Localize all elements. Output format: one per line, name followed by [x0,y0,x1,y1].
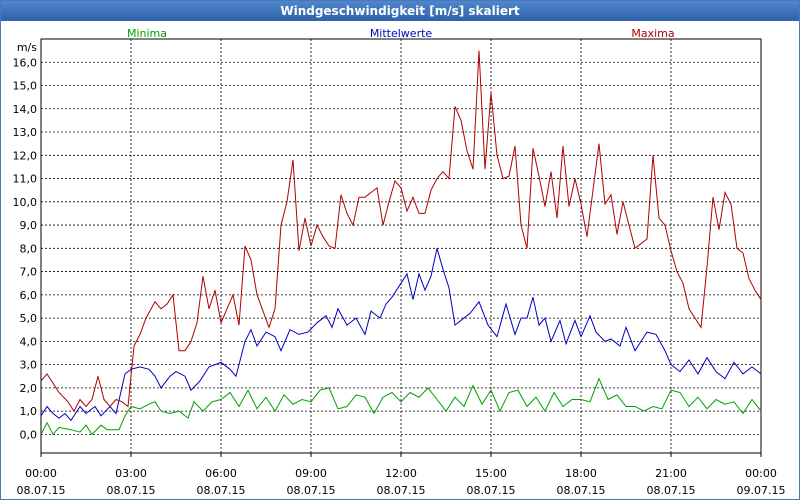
y-tick-label: 9,0 [20,219,38,232]
y-tick-label: 16,0 [13,56,38,69]
chart-window: Windgeschwindigkeit [m/s] skaliert 0,0 1,… [0,0,800,500]
y-tick-label: 12,0 [13,149,38,162]
y-tick-label: 6,0 [20,289,38,302]
plot-frame [40,38,762,454]
y-tick-label: 3,0 [20,359,38,372]
series-line-mittelwerte [40,248,762,422]
x-tick-date: 08.07.15 [287,484,336,497]
y-tick-label: 8,0 [20,242,38,255]
x-tick-time: 12:00 [385,467,417,480]
y-tick-label: 14,0 [13,103,38,116]
x-tick-time: 21:00 [655,467,687,480]
x-tick-time: 00:00 [25,467,57,480]
x-tick-date: 08.07.15 [377,484,426,497]
x-tick-date: 08.07.15 [647,484,696,497]
x-tick-time: 03:00 [115,467,147,480]
legend-mittelwerte: Mittelwerte [370,27,433,40]
y-tick-label: 11,0 [13,173,38,186]
x-tick-time: 06:00 [205,467,237,480]
wind-speed-chart: 0,0 1,0 2,0 3,0 4,0 5,0 6,0 7,0 8,0 9,0 10,0 11,0 12… [13,27,786,497]
x-tick-time: 09:00 [295,467,327,480]
y-tick-label: 0,0 [20,428,38,441]
x-tick-date: 08.07.15 [467,484,516,497]
y-tick-label: 5,0 [20,312,38,325]
y-tick-label: 7,0 [20,266,38,279]
y-tick-label: 13,0 [13,126,38,139]
window-title: Windgeschwindigkeit [m/s] skaliert [1,1,799,21]
x-tick-time: 15:00 [475,467,507,480]
x-tick-date: 09.07.15 [737,484,786,497]
x-tick-date: 08.07.15 [197,484,246,497]
x-tick-date: 08.07.15 [17,484,66,497]
legend-minima: Minima [127,27,167,40]
y-tick-label: 1,0 [20,405,38,418]
x-tick-date: 08.07.15 [107,484,156,497]
axis-labels: 0,0 1,0 2,0 3,0 4,0 5,0 6,0 7,0 8,0 9,0 10,0 11,0 12… [13,27,786,497]
y-tick-label: 4,0 [20,335,38,348]
grid [41,39,761,453]
series-line-minima [40,377,762,436]
x-tick-time: 18:00 [565,467,597,480]
y-tick-label: 10,0 [13,196,38,209]
x-tick-time: 00:00 [745,467,777,480]
y-tick-label: 2,0 [20,382,38,395]
legend-maxima: Maxima [631,27,674,40]
y-tick-label: 15,0 [13,80,38,93]
x-tick-date: 08.07.15 [557,484,606,497]
y-axis-unit: m/s [17,41,37,54]
